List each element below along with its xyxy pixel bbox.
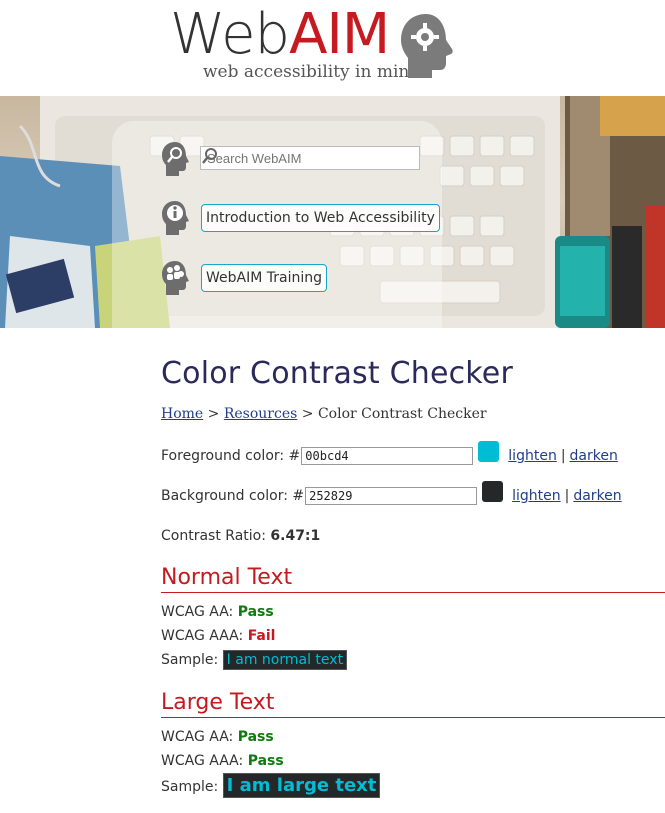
- pass-badge: Pass: [237, 604, 274, 620]
- foreground-input[interactable]: [301, 447, 474, 465]
- background-lighten-link[interactable]: lighten: [512, 488, 561, 504]
- breadcrumb-home[interactable]: Home: [161, 406, 203, 422]
- foreground-row: Foreground color: # lighten | darken: [161, 440, 618, 465]
- breadcrumb: Home > Resources > Color Contrast Checke…: [161, 406, 487, 422]
- normal-sample: Sample: I am normal text: [161, 650, 348, 670]
- pass-badge: Pass: [237, 729, 274, 745]
- search-field[interactable]: [200, 146, 420, 170]
- large-text-heading: Large Text: [161, 689, 665, 718]
- breadcrumb-separator: >: [207, 406, 220, 422]
- background-darken-link[interactable]: darken: [573, 488, 621, 504]
- normal-sample-text: I am normal text: [222, 650, 348, 670]
- logo[interactable]: WebAIM: [170, 2, 390, 68]
- large-sample: Sample: I am large text: [161, 773, 381, 798]
- foreground-lighten-link[interactable]: lighten: [508, 448, 557, 464]
- normal-aaa-result: WCAG AAA: Fail: [161, 628, 275, 644]
- contrast-ratio-label: Contrast Ratio:: [161, 528, 266, 544]
- separator: |: [560, 448, 566, 464]
- hero-banner: Introduction to Web Accessibility WebAIM…: [0, 96, 665, 328]
- background-label: Background color: #: [161, 488, 305, 504]
- normal-text-heading: Normal Text: [161, 564, 665, 593]
- breadcrumb-current: Color Contrast Checker: [317, 406, 487, 422]
- large-aa-result: WCAG AA: Pass: [161, 729, 274, 745]
- wcag-aa-label: WCAG AA:: [161, 729, 234, 745]
- wcag-aaa-label: WCAG AAA:: [161, 753, 244, 769]
- training-pin-icon: [162, 261, 189, 295]
- pass-badge: Pass: [247, 753, 284, 769]
- large-sample-text: I am large text: [222, 773, 381, 798]
- background-input[interactable]: [305, 487, 478, 505]
- large-aaa-result: WCAG AAA: Pass: [161, 753, 284, 769]
- site-header: WebAIM web accessibility in mind: [0, 0, 665, 96]
- breadcrumb-separator: >: [301, 406, 314, 422]
- gear-head-icon: [401, 14, 453, 78]
- contrast-ratio: Contrast Ratio: 6.47:1: [161, 528, 320, 544]
- contrast-ratio-value: 6.47:1: [270, 528, 321, 544]
- nav-link-intro[interactable]: Introduction to Web Accessibility: [201, 204, 440, 232]
- logo-aim: AIM: [289, 2, 390, 67]
- search-input[interactable]: [201, 149, 399, 167]
- magnifier-icon[interactable]: [201, 147, 219, 165]
- fail-badge: Fail: [247, 628, 276, 644]
- foreground-darken-link[interactable]: darken: [570, 448, 618, 464]
- info-pin-icon: [162, 201, 189, 235]
- background-row: Background color: # lighten | darken: [161, 480, 622, 505]
- page-title: Color Contrast Checker: [161, 356, 513, 391]
- search-pin-icon: [162, 142, 189, 176]
- breadcrumb-resources[interactable]: Resources: [224, 406, 297, 422]
- foreground-swatch[interactable]: [478, 440, 500, 462]
- nav-link-training[interactable]: WebAIM Training: [201, 264, 327, 292]
- wcag-aaa-label: WCAG AAA:: [161, 628, 244, 644]
- separator: |: [564, 488, 570, 504]
- background-swatch[interactable]: [482, 480, 504, 502]
- sample-label: Sample:: [161, 652, 219, 668]
- sample-label: Sample:: [161, 779, 219, 795]
- normal-aa-result: WCAG AA: Pass: [161, 604, 274, 620]
- foreground-label: Foreground color: #: [161, 448, 301, 464]
- logo-tagline: web accessibility in mind: [203, 62, 421, 82]
- wcag-aa-label: WCAG AA:: [161, 604, 234, 620]
- logo-web: Web: [170, 2, 290, 67]
